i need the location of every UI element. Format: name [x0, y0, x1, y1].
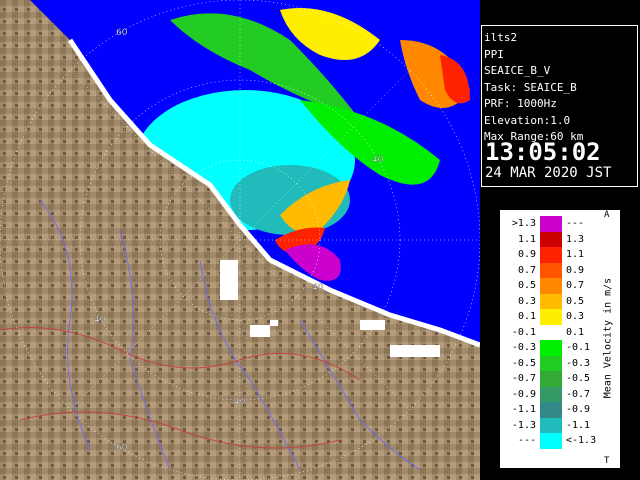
legend-color-swatch — [540, 231, 562, 247]
range-label-bottom: 40 — [234, 397, 246, 407]
legend-high-label: -0.9 — [566, 404, 591, 415]
legend-corner-top: A — [604, 210, 610, 220]
legend-high-label: -0.5 — [566, 373, 591, 384]
legend-color-swatch — [540, 355, 562, 371]
legend-color-swatch — [540, 293, 562, 309]
date-display: 24 MAR 2020 JST — [485, 165, 612, 181]
legend-high-label: <-1.3 — [566, 435, 597, 446]
legend-color-swatch — [540, 324, 562, 340]
legend-title-text: Mean Velocity in m/s — [602, 277, 614, 399]
legend-high-label: -1.1 — [566, 419, 591, 431]
legend-low-label: 1.1 — [517, 233, 536, 245]
legend-low-label: 0.3 — [517, 295, 536, 307]
range-label-top: 60 — [116, 28, 128, 38]
legend-low-label: 0.7 — [517, 264, 536, 276]
legend-high-label: 0.7 — [566, 280, 585, 291]
legend-high-label: -0.1 — [566, 342, 591, 353]
range-label-lower-left: 60 — [116, 443, 128, 453]
task-name: Task: SEAICE_B — [484, 80, 577, 94]
legend-color-swatch — [540, 386, 562, 402]
legend-high-label: 0.9 — [566, 264, 585, 276]
legend-color-swatch — [540, 216, 562, 232]
legend-color-swatch — [540, 247, 562, 263]
legend-low-label: --- — [517, 435, 536, 446]
legend-low-label: -1.1 — [511, 404, 536, 415]
legend-low-label: -1.3 — [511, 419, 536, 431]
legend-color-swatch — [540, 433, 562, 449]
legend-color-swatch — [540, 417, 562, 433]
legend-high-label: -0.7 — [566, 388, 591, 400]
prf-value: PRF: 1000Hz — [484, 97, 557, 110]
radar-ppi-map: 60 40 40 40 40 60 — [0, 0, 480, 480]
legend-high-label: --- — [566, 218, 585, 229]
legend-low-label: -0.5 — [511, 357, 536, 369]
legend-low-label: 0.1 — [517, 311, 536, 322]
site-name: ilts2 — [484, 31, 518, 44]
time-display: 13:05:02 — [485, 138, 601, 166]
legend-high-label: 1.3 — [566, 233, 585, 245]
legend-low-label: -0.7 — [511, 373, 536, 384]
legend-low-label: 0.5 — [517, 280, 536, 291]
legend-color-swatch — [540, 278, 562, 294]
legend-corner-bottom: T — [604, 456, 610, 466]
legend-low-label: 0.9 — [517, 249, 536, 260]
legend-low-label: -0.3 — [511, 342, 536, 353]
legend-color-swatch — [540, 402, 562, 418]
legend-high-label: 0.3 — [566, 311, 585, 322]
legend-high-label: 0.1 — [566, 326, 585, 338]
range-label-right: 40 — [312, 283, 324, 293]
legend-high-label: 1.1 — [566, 249, 585, 260]
legend-high-label: -0.3 — [566, 357, 591, 369]
legend-low-label: -0.1 — [511, 326, 536, 338]
legend-low-label: -0.9 — [511, 388, 536, 400]
legend-color-swatch — [540, 371, 562, 387]
range-label-left: 40 — [94, 315, 106, 325]
product-name: PPI — [484, 47, 504, 61]
elevation-value: Elevation:1.0 — [484, 113, 571, 127]
legend-title: Mean Velocity in m/s — [598, 215, 618, 461]
legend-color-swatch — [540, 340, 562, 356]
scan-name: SEAICE_B_V — [484, 64, 551, 77]
legend-low-label: >1.3 — [511, 218, 536, 229]
range-label-upper-right: 40 — [372, 155, 384, 165]
legend-high-label: 0.5 — [566, 295, 585, 307]
radar-info-text: ilts2 PPI SEAICE_B_V Task: SEAICE_B PRF:… — [484, 30, 583, 146]
legend-color-swatch — [540, 262, 562, 278]
legend-color-swatch — [540, 309, 562, 325]
